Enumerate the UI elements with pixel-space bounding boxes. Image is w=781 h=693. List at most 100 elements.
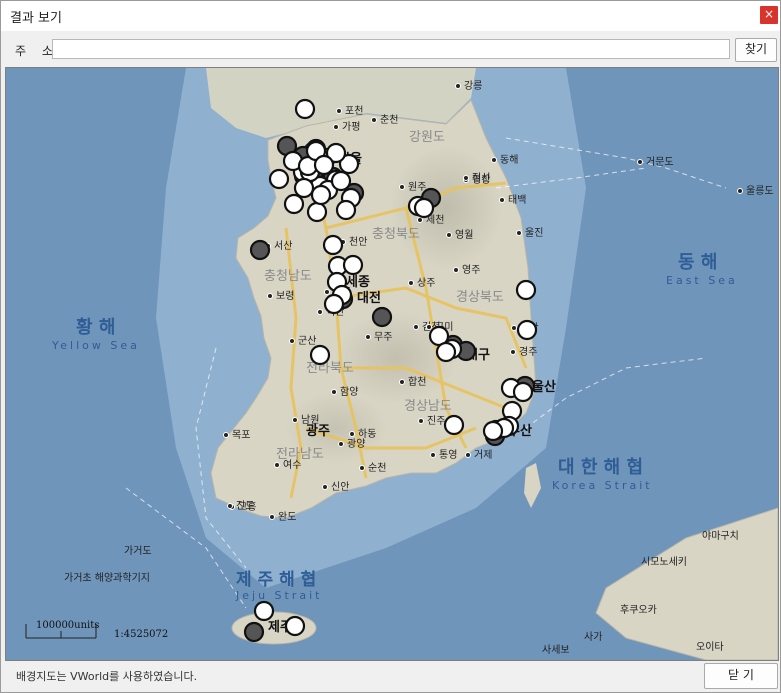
city-dot — [338, 441, 344, 447]
city-dot — [359, 465, 365, 471]
map-marker-white[interactable] — [342, 254, 364, 276]
city-dot — [413, 324, 419, 330]
city-dot — [463, 175, 469, 181]
map-marker-white[interactable] — [293, 177, 315, 199]
region-label: 충청북도 — [372, 227, 420, 242]
city-dot — [408, 280, 414, 286]
city-dot — [491, 157, 497, 163]
map-marker-white[interactable] — [515, 279, 537, 301]
city-label: 여수 — [283, 459, 301, 471]
address-input[interactable] — [52, 39, 730, 59]
sea-label-en: Korea Strait — [552, 479, 653, 492]
close-icon[interactable]: × — [760, 6, 778, 24]
city-label: 완도 — [278, 511, 296, 523]
city-label: 무주 — [374, 332, 392, 343]
city-label: 진주 — [427, 415, 445, 427]
city-label: 시모노세키 — [641, 556, 687, 568]
city-label: 거문도 — [646, 156, 674, 168]
city-label: 광양 — [347, 438, 365, 450]
sea-label-ko: 대 한 해 협 — [558, 456, 643, 478]
city-dot — [455, 83, 461, 89]
map-view[interactable]: 황 해 Yellow Sea 동 해 East Sea 대 한 해 협 Kore… — [5, 67, 779, 661]
map-marker-white[interactable] — [322, 234, 344, 256]
map-marker-white[interactable] — [516, 319, 538, 341]
region-label: 경상남도 — [404, 399, 452, 414]
city-dot — [269, 514, 275, 520]
city-label: 신안 — [331, 481, 349, 493]
city-label: 군산 — [298, 335, 316, 347]
city-dot — [336, 108, 342, 114]
result-window: 결과 보기 × 주 소 찾기 황 해 Yellow Sea 동 해 East S… — [0, 0, 781, 693]
map-marker-white[interactable] — [309, 344, 331, 366]
map-marker-dark[interactable] — [371, 306, 393, 328]
map-marker-white[interactable] — [313, 154, 335, 176]
city-label: 포천 — [345, 105, 363, 117]
region-label: 경상북도 — [456, 290, 504, 305]
city-label-major: 대전 — [357, 290, 381, 306]
map-marker-white[interactable] — [310, 184, 332, 206]
city-label: 목포 — [232, 429, 250, 441]
city-label: 합천 — [408, 376, 426, 388]
map-marker-white[interactable] — [482, 420, 504, 442]
map-marker-white[interactable] — [253, 600, 275, 622]
map-marker-white[interactable] — [268, 168, 290, 190]
city-dot — [399, 184, 405, 190]
map-marker-white[interactable] — [284, 615, 306, 637]
city-label: 정선 — [472, 172, 490, 184]
map-marker-white[interactable] — [435, 341, 457, 363]
city-label: 거제 — [474, 449, 492, 461]
city-label-major: 광주 — [306, 424, 330, 439]
map-marker-white[interactable] — [413, 197, 435, 219]
map-canvas[interactable]: 황 해 Yellow Sea 동 해 East Sea 대 한 해 협 Kore… — [6, 68, 778, 660]
map-marker-white[interactable] — [335, 199, 357, 221]
map-marker-white[interactable] — [323, 293, 345, 315]
region-label: 충청남도 — [264, 269, 312, 284]
city-dot — [371, 117, 377, 123]
footer-note: 배경지도는 VWorld를 사용하였습니다. — [16, 670, 198, 683]
city-label: 천안 — [349, 236, 367, 248]
city-dot — [324, 289, 330, 295]
city-dot — [289, 338, 295, 344]
city-dot — [292, 417, 298, 423]
city-label-major: 세종 — [346, 275, 370, 290]
map-marker-white[interactable] — [306, 201, 328, 223]
sea-label-en: East Sea — [666, 274, 738, 287]
map-marker-dark[interactable] — [249, 239, 271, 261]
city-dot — [426, 324, 432, 330]
region-label: 전라북도 — [306, 361, 354, 376]
map-marker-dark[interactable] — [243, 621, 265, 643]
sea-label-en: Jeju Strait — [235, 589, 322, 602]
city-label: 보령 — [276, 290, 294, 302]
scale-ratio: 1:4525072 — [114, 629, 168, 640]
city-label: 가거도 — [124, 545, 152, 557]
city-label: 통영 — [439, 449, 457, 461]
city-dot — [737, 188, 743, 194]
sea-label-en: Yellow Sea — [51, 339, 140, 352]
city-label: 울진 — [525, 227, 543, 239]
city-dot — [333, 124, 339, 130]
close-button[interactable]: 닫 기 — [704, 663, 778, 689]
find-button[interactable]: 찾기 — [735, 38, 777, 62]
city-dot — [418, 418, 424, 424]
city-dot — [446, 232, 452, 238]
map-marker-white[interactable] — [294, 98, 316, 120]
city-dot — [317, 309, 323, 315]
city-dot — [322, 484, 328, 490]
city-dot — [637, 159, 643, 165]
city-dot — [399, 379, 405, 385]
map-marker-white[interactable] — [283, 193, 305, 215]
city-label: 오이타 — [696, 641, 724, 653]
city-dot — [365, 334, 371, 340]
map-marker-white[interactable] — [443, 414, 465, 436]
city-label: 경주 — [519, 345, 537, 358]
city-dot — [227, 503, 233, 509]
city-label-major: 울산 — [532, 379, 556, 395]
map-marker-white[interactable] — [512, 381, 534, 403]
city-label: 가평 — [342, 121, 360, 133]
title-bar: 결과 보기 × — [1, 1, 780, 31]
city-dot — [453, 267, 459, 273]
sea-label-ko: 동 해 — [678, 252, 717, 273]
city-dot — [510, 349, 516, 355]
map-marker-white[interactable] — [330, 170, 352, 192]
city-label: 야마구치 — [702, 530, 739, 542]
